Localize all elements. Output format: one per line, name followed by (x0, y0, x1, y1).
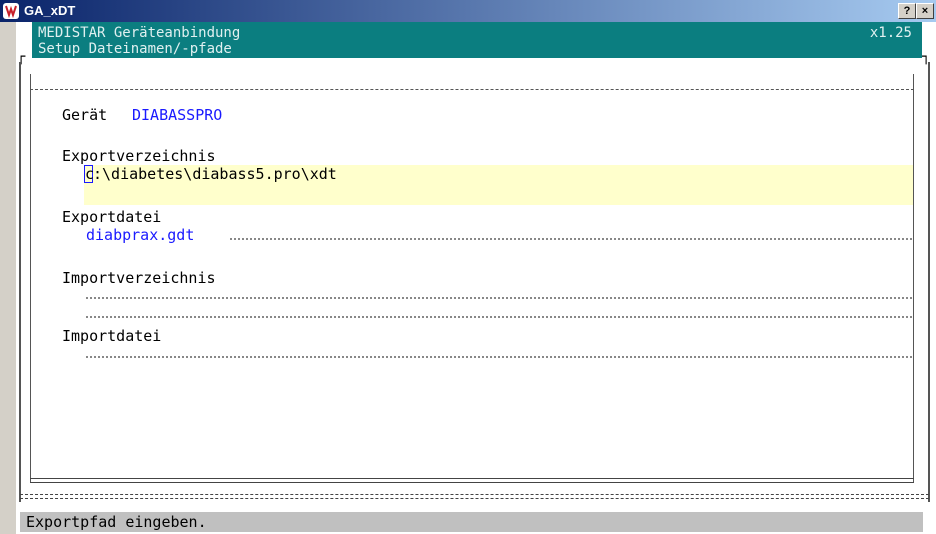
inner-frame-bottom (30, 478, 914, 483)
text-cursor: c (84, 165, 95, 183)
device-value: DIABASSPRO (132, 106, 223, 124)
status-bar: Exportpfad eingeben. (20, 512, 923, 532)
export-file-input[interactable]: diabprax.gdt (86, 226, 194, 244)
screen-subtitle: Setup Dateinamen/-pfade (38, 41, 232, 57)
header-bar: MEDISTAR Geräteanbindung x1.25 Setup Dat… (32, 22, 922, 58)
export-dir-label: Exportverzeichnis (62, 147, 216, 165)
import-file-input[interactable] (86, 356, 912, 358)
window-title: GA_xDT (24, 3, 76, 18)
import-dir-input-line2[interactable] (86, 316, 912, 318)
export-file-label: Exportdatei (62, 208, 162, 226)
version-label: x1.25 (869, 25, 912, 41)
import-dir-input[interactable] (86, 297, 912, 299)
inner-frame-top (30, 89, 914, 90)
frame-right-border (928, 62, 930, 502)
inner-frame-left (30, 74, 31, 482)
close-button[interactable]: × (916, 3, 934, 19)
import-dir-label: Importverzeichnis (62, 269, 216, 287)
help-button[interactable]: ? (898, 3, 916, 19)
app-icon (3, 3, 19, 19)
export-file-fill (230, 238, 912, 240)
import-file-label: Importdatei (62, 327, 162, 345)
export-dir-value: :\diabetes\diabass5.pro\xdt (93, 165, 337, 183)
title-bar: GA_xDT ? × (0, 0, 936, 22)
device-label: Gerät (62, 106, 108, 124)
frame-bottom (20, 494, 929, 499)
inner-frame-right (913, 74, 914, 482)
export-dir-input[interactable]: c:\diabetes\diabass5.pro\xdt (84, 165, 337, 183)
frame-corner: ┐ (922, 49, 931, 65)
frame-left-border (19, 62, 21, 502)
app-name: MEDISTAR Geräteanbindung (38, 25, 241, 41)
